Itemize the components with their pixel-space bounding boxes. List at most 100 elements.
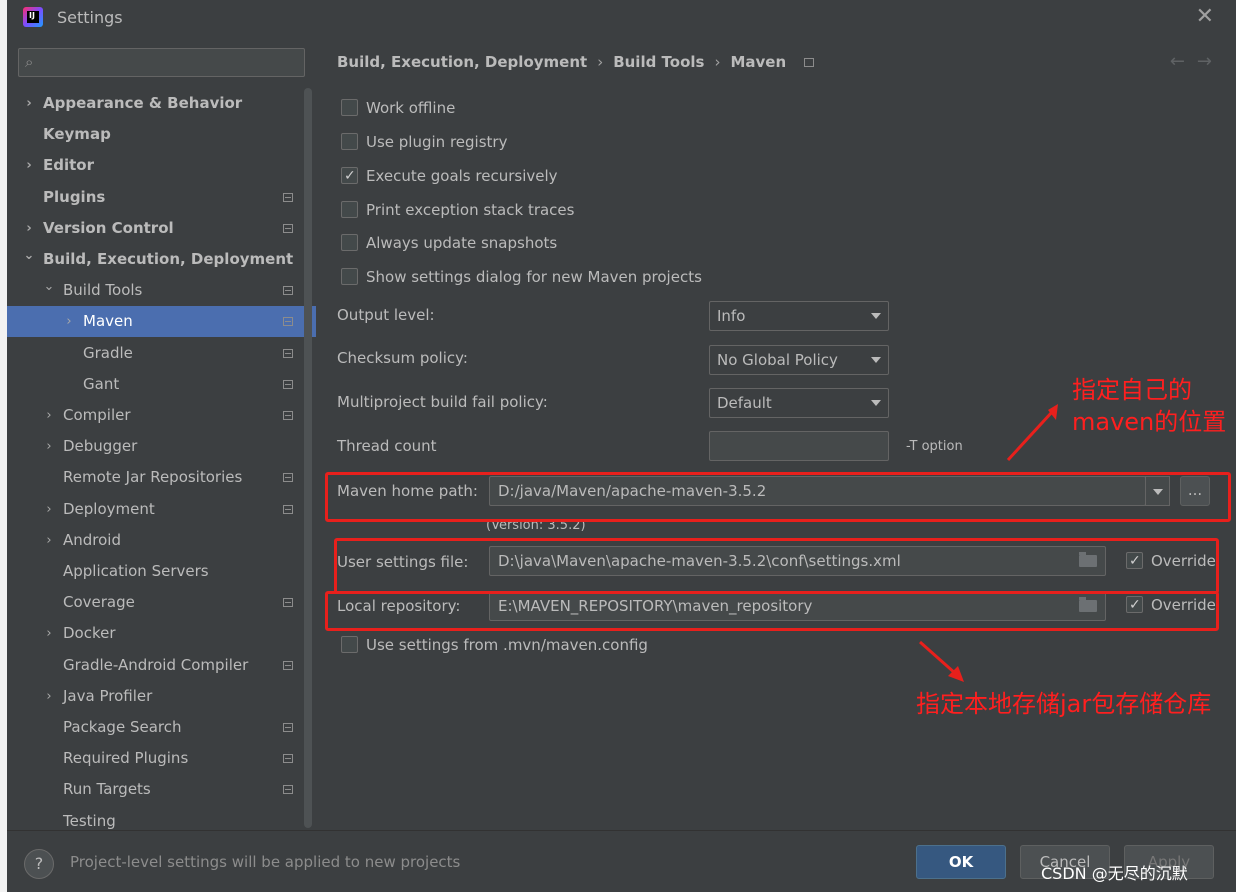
sidebar-item-keymap[interactable]: Keymap: [7, 119, 303, 150]
sidebar-item-label: Remote Jar Repositories: [63, 468, 243, 487]
chevron-down-icon[interactable]: ⌄: [23, 240, 35, 271]
project-scope-icon: [283, 598, 293, 608]
sidebar-item-build-tools[interactable]: ⌄ Build Tools: [7, 275, 303, 306]
sidebar-item-label: Appearance & Behavior: [43, 94, 243, 112]
fail-policy-value: Default: [717, 394, 772, 412]
output-level-select[interactable]: Info: [709, 301, 889, 331]
sidebar-item-version-control[interactable]: › Version Control: [7, 213, 303, 244]
checkbox-box[interactable]: [341, 268, 358, 285]
project-scope-icon: [283, 473, 293, 483]
sidebar-item-appearance-behavior[interactable]: › Appearance & Behavior: [7, 88, 303, 119]
intellij-app-icon: IJ: [23, 7, 43, 27]
annotation-arrow-up: [1006, 404, 1058, 462]
chevron-right-icon[interactable]: ›: [43, 431, 55, 462]
chevron-right-icon[interactable]: ›: [43, 494, 55, 525]
sidebar-item-label: Deployment: [63, 499, 155, 518]
sidebar-item-android[interactable]: › Android: [7, 525, 303, 556]
breadcrumb-build-execution: Build, Execution, Deployment: [337, 53, 588, 71]
sidebar-item-compiler[interactable]: › Compiler: [7, 400, 303, 431]
sidebar-scrollbar[interactable]: [304, 88, 312, 828]
close-icon[interactable]: ✕: [1196, 4, 1214, 29]
back-arrow-icon[interactable]: ←: [1170, 51, 1197, 72]
breadcrumb: Build, Execution, Deployment › Build Tools…: [337, 53, 815, 71]
checkbox-label: Always update snapshots: [366, 234, 558, 252]
sidebar-item-label: Testing: [63, 811, 116, 830]
checkbox-box[interactable]: [341, 99, 358, 116]
chevron-right-icon[interactable]: ›: [43, 681, 55, 712]
sidebar-item-label: Required Plugins: [63, 749, 189, 768]
sidebar-item-editor[interactable]: › Editor: [7, 150, 303, 181]
checkbox-label: Use plugin registry: [366, 133, 508, 151]
sidebar-item-remote-jar-repositories[interactable]: Remote Jar Repositories: [7, 462, 303, 493]
ok-button[interactable]: OK: [916, 845, 1006, 879]
sidebar-item-gradle-android-compiler[interactable]: Gradle-Android Compiler: [7, 650, 303, 681]
title-bar: IJ Settings ✕: [7, 0, 1236, 36]
user-settings-highlight-box: [334, 538, 1219, 594]
chevron-right-icon[interactable]: ›: [43, 525, 55, 556]
maven-location-annotation-line2: maven的位置: [1072, 408, 1227, 436]
checkbox-label: Work offline: [366, 99, 456, 117]
sidebar-item-deployment[interactable]: › Deployment: [7, 494, 303, 525]
project-scope-icon: [283, 785, 293, 795]
fail-policy-label: Multiproject build fail policy:: [337, 393, 548, 411]
sidebar-item-package-search[interactable]: Package Search: [7, 712, 303, 743]
sidebar-item-docker[interactable]: › Docker: [7, 618, 303, 649]
output-level-value: Info: [717, 307, 746, 325]
sidebar-item-required-plugins[interactable]: Required Plugins: [7, 743, 303, 774]
help-icon[interactable]: ?: [24, 849, 54, 879]
sidebar-item-label: Application Servers: [63, 562, 209, 580]
sidebar-item-plugins[interactable]: Plugins: [7, 182, 303, 213]
checksum-policy-select[interactable]: No Global Policy: [709, 345, 889, 375]
chevron-right-icon[interactable]: ›: [43, 618, 55, 649]
project-scope-icon: [283, 286, 293, 296]
project-scope-icon: [283, 192, 293, 202]
sidebar-item-application-servers[interactable]: Application Servers: [7, 556, 303, 587]
chevron-right-icon[interactable]: ›: [43, 400, 55, 431]
background-window-edge: [0, 0, 7, 892]
sidebar-item-run-targets[interactable]: Run Targets: [7, 774, 303, 805]
search-input[interactable]: ⌕: [18, 48, 305, 77]
sidebar-item-label: Gradle-Android Compiler: [63, 655, 249, 674]
sidebar-item-label: Package Search: [63, 718, 182, 736]
checkbox-label: Show settings dialog for new Maven proje…: [366, 268, 702, 286]
fail-policy-select[interactable]: Default: [709, 388, 889, 418]
breadcrumb-separator: ›: [714, 53, 721, 71]
chevron-right-icon[interactable]: ›: [23, 88, 35, 119]
checkbox-box[interactable]: [341, 133, 358, 150]
output-level-label: Output level:: [337, 306, 435, 324]
sidebar-item-label: Build Tools: [63, 281, 143, 300]
sidebar-item-label: Editor: [43, 156, 94, 175]
project-scope-icon: [283, 223, 293, 233]
project-scope-icon: [283, 379, 293, 389]
checkbox-box[interactable]: [341, 234, 358, 251]
search-icon: ⌕: [25, 53, 34, 71]
thread-count-input[interactable]: [709, 431, 889, 461]
project-scope-icon: [283, 723, 293, 732]
sidebar-item-maven[interactable]: › Maven: [7, 306, 316, 338]
thread-count-suffix: -T option: [906, 439, 963, 454]
checkbox-box[interactable]: [341, 636, 358, 653]
chevron-right-icon[interactable]: ›: [63, 306, 75, 337]
sidebar-item-gant[interactable]: Gant: [7, 369, 303, 400]
breadcrumb-maven: Maven: [730, 53, 787, 71]
sidebar-item-label: Android: [63, 530, 121, 549]
forward-arrow-icon[interactable]: →: [1197, 51, 1224, 72]
annotation-arrow-down: [919, 640, 964, 682]
sidebar-item-java-profiler[interactable]: › Java Profiler: [7, 681, 303, 712]
checkbox-box[interactable]: [341, 201, 358, 218]
chevron-right-icon[interactable]: ›: [23, 150, 35, 181]
project-level-note: Project-level settings will be applied t…: [70, 853, 461, 871]
sidebar-item-label: Gradle: [83, 343, 133, 362]
project-scope-icon: [283, 754, 293, 764]
checkbox-box[interactable]: [341, 166, 358, 186]
sidebar-item-debugger[interactable]: › Debugger: [7, 431, 303, 462]
sidebar-item-gradle[interactable]: Gradle: [7, 338, 303, 369]
breadcrumb-build-tools: Build Tools: [613, 53, 705, 71]
project-scope-icon: [283, 660, 293, 670]
project-scope-icon: [283, 411, 293, 420]
chevron-down-icon[interactable]: ⌄: [43, 271, 55, 302]
sidebar-item-coverage[interactable]: Coverage: [7, 587, 303, 618]
chevron-down-icon: [871, 400, 881, 406]
sidebar-item-testing[interactable]: Testing: [7, 806, 303, 830]
sidebar-item-label: Docker: [63, 624, 116, 643]
